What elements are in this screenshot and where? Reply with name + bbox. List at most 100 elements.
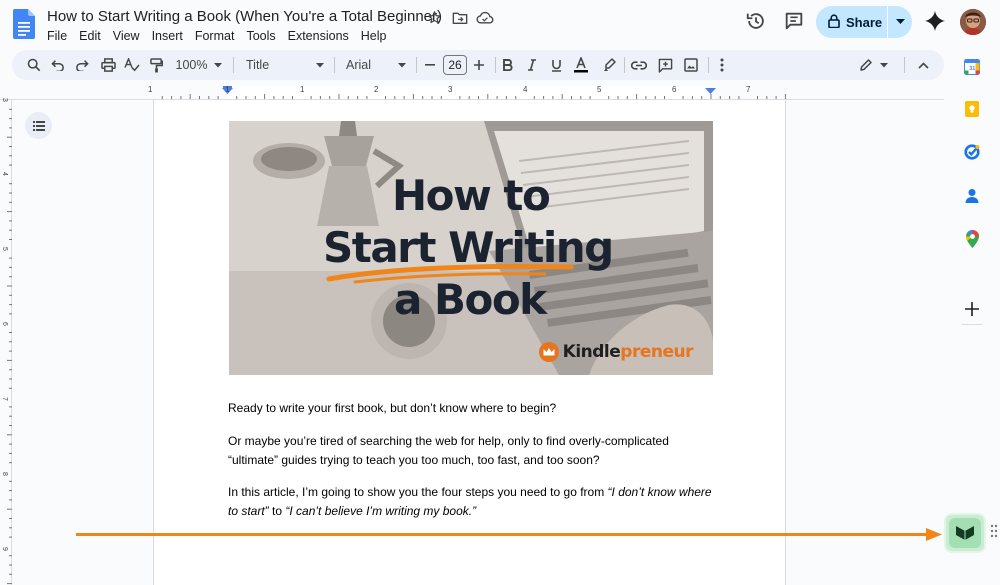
star-icon[interactable] bbox=[425, 8, 444, 27]
crown-icon bbox=[538, 342, 559, 362]
paragraph-1[interactable]: Ready to write your first book, but don’… bbox=[228, 399, 712, 418]
ruler-label: 2 bbox=[374, 85, 379, 94]
vruler-label: 9 bbox=[1, 547, 8, 551]
menu-bar: File Edit View Insert Format Tools Exten… bbox=[47, 28, 399, 44]
highlight-icon[interactable] bbox=[600, 55, 618, 75]
svg-text:31: 31 bbox=[969, 66, 975, 72]
paragraph-3-quote-b: “I can’t believe I’m writing my book.” bbox=[285, 504, 477, 518]
hero-image[interactable]: How to Start Writing a Book Kindlepreneu… bbox=[229, 121, 713, 375]
vertical-ruler[interactable]: 3 4 5 6 7 8 9 bbox=[0, 98, 12, 585]
move-icon[interactable] bbox=[450, 8, 469, 27]
menu-help[interactable]: Help bbox=[361, 28, 387, 44]
redo-icon[interactable] bbox=[72, 55, 92, 75]
share-dropdown-icon[interactable] bbox=[888, 6, 912, 38]
right-indent-marker bbox=[705, 88, 716, 94]
decrease-font-size-button[interactable] bbox=[422, 55, 438, 75]
more-icon[interactable] bbox=[714, 55, 730, 75]
zoom-value: 100% bbox=[175, 58, 208, 72]
vruler-label: 7 bbox=[1, 397, 8, 401]
ruler-label: 4 bbox=[523, 85, 528, 94]
menu-edit[interactable]: Edit bbox=[79, 28, 101, 44]
menu-extensions[interactable]: Extensions bbox=[288, 28, 349, 44]
share-label: Share bbox=[846, 14, 883, 30]
keep-icon[interactable] bbox=[964, 101, 980, 117]
docs-logo[interactable] bbox=[13, 9, 35, 39]
text-color-icon[interactable] bbox=[572, 55, 590, 75]
side-panel: 31 bbox=[944, 48, 1000, 585]
hero-title-line3: a Book bbox=[394, 275, 547, 324]
ruler-label: 1 bbox=[148, 85, 153, 94]
menu-file[interactable]: File bbox=[47, 28, 67, 44]
toolbar: 100% Title Arial 26 bbox=[12, 50, 944, 80]
ruler-label: 1 bbox=[300, 85, 305, 94]
kindlepreneur-extension-icon bbox=[956, 526, 974, 540]
paragraph-3-text-a: In this article, I’m going to show you t… bbox=[228, 485, 608, 499]
add-addon-icon[interactable] bbox=[964, 301, 980, 317]
outline-icon bbox=[32, 120, 45, 131]
style-value: Title bbox=[246, 58, 270, 72]
increase-font-size-button[interactable] bbox=[471, 55, 487, 75]
horizontal-ruler[interactable]: 1 1 1 2 3 4 5 6 7 bbox=[0, 85, 944, 100]
paragraph-3[interactable]: In this article, I’m going to show you t… bbox=[228, 483, 712, 521]
undo-icon[interactable] bbox=[48, 55, 68, 75]
search-icon[interactable] bbox=[24, 55, 44, 75]
comment-icon[interactable] bbox=[783, 10, 805, 37]
italic-icon[interactable] bbox=[524, 55, 540, 75]
paragraph-2[interactable]: Or maybe you’re tired of searching the w… bbox=[228, 432, 712, 470]
ruler-label: 7 bbox=[746, 85, 751, 94]
font-select[interactable]: Arial bbox=[344, 55, 408, 75]
divider bbox=[495, 57, 496, 73]
ruler-ticks bbox=[161, 86, 786, 99]
avatar[interactable] bbox=[960, 9, 986, 35]
cloud-status-icon[interactable] bbox=[475, 8, 494, 27]
menu-tools[interactable]: Tools bbox=[246, 28, 275, 44]
drag-handle-icon[interactable] bbox=[990, 524, 998, 538]
hero-title: How to Start Writing a Book bbox=[229, 121, 713, 375]
divider bbox=[624, 57, 625, 73]
divider bbox=[904, 57, 905, 73]
edit-mode-icon[interactable] bbox=[856, 55, 890, 75]
zoom-select[interactable]: 100% bbox=[174, 55, 224, 75]
divider bbox=[334, 57, 335, 73]
menu-insert[interactable]: Insert bbox=[152, 28, 183, 44]
spellcheck-icon[interactable] bbox=[122, 55, 142, 75]
document-title[interactable]: How to Start Writing a Book (When You're… bbox=[47, 8, 442, 26]
maps-icon[interactable] bbox=[964, 230, 980, 248]
vruler-label: 8 bbox=[1, 472, 8, 476]
side-panel-divider bbox=[962, 324, 982, 325]
menu-format[interactable]: Format bbox=[195, 28, 235, 44]
bold-icon[interactable] bbox=[500, 55, 516, 75]
print-icon[interactable] bbox=[98, 55, 118, 75]
document-outline-button[interactable] bbox=[25, 112, 52, 139]
paragraph-3-text-b: to bbox=[268, 504, 286, 518]
gemini-icon[interactable] bbox=[924, 10, 946, 37]
image-icon[interactable] bbox=[682, 55, 700, 75]
style-select[interactable]: Title bbox=[242, 55, 326, 75]
ruler-label: 6 bbox=[672, 85, 677, 94]
contacts-icon[interactable] bbox=[964, 188, 980, 204]
add-comment-icon[interactable] bbox=[656, 55, 674, 75]
kindlepreneur-extension-button[interactable] bbox=[944, 513, 986, 553]
share-button[interactable]: Share bbox=[816, 6, 912, 38]
kindlepreneur-logo: Kindlepreneur bbox=[538, 342, 693, 362]
ruler-label: 5 bbox=[597, 85, 602, 94]
font-size-value: 26 bbox=[443, 55, 467, 75]
divider bbox=[233, 57, 234, 73]
brand-name-part2: preneur bbox=[620, 342, 693, 362]
chevron-down-icon bbox=[214, 62, 223, 67]
menu-view[interactable]: View bbox=[113, 28, 140, 44]
font-size-input[interactable]: 26 bbox=[443, 55, 467, 75]
history-icon[interactable] bbox=[745, 10, 767, 37]
tasks-icon[interactable] bbox=[964, 144, 980, 160]
ruler-label: 1 bbox=[225, 85, 230, 94]
collapse-icon[interactable] bbox=[914, 55, 932, 75]
paint-format-icon[interactable] bbox=[146, 55, 166, 75]
link-icon[interactable] bbox=[630, 55, 648, 75]
chevron-down-icon bbox=[879, 62, 888, 67]
annotation-arrow bbox=[76, 528, 942, 541]
underline-icon[interactable] bbox=[548, 55, 564, 75]
divider bbox=[416, 57, 417, 73]
calendar-icon[interactable]: 31 bbox=[964, 59, 980, 75]
chevron-down-icon bbox=[398, 62, 406, 67]
font-value: Arial bbox=[346, 58, 372, 72]
